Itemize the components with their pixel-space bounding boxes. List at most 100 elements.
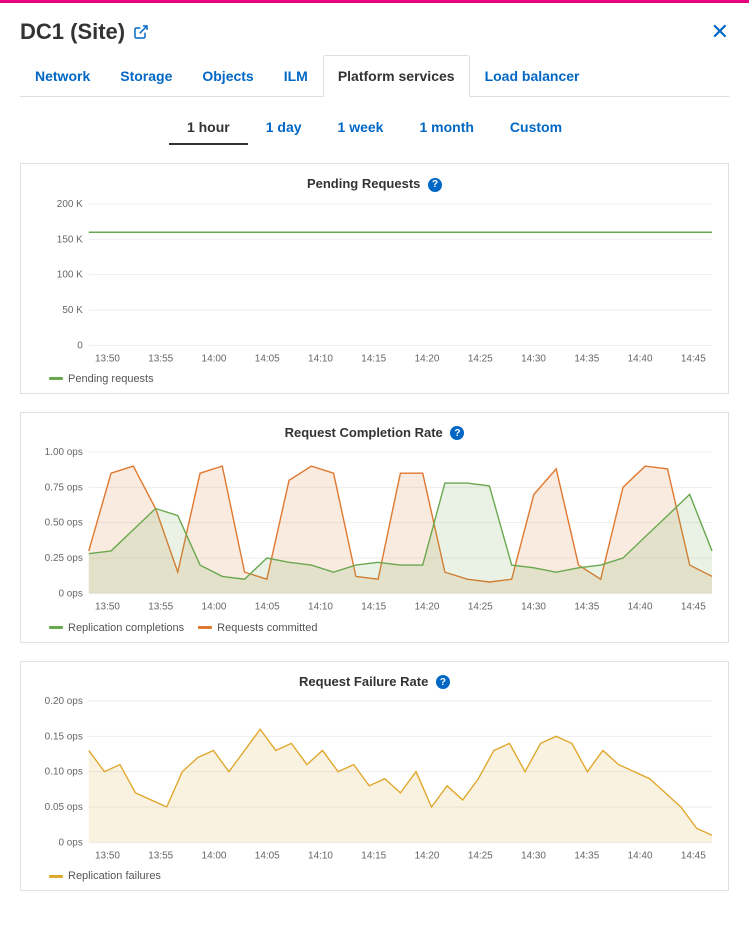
legend: Replication completions Requests committe… bbox=[49, 622, 718, 634]
chart-svg: 0 50 K 100 K 150 K 200 K 13:50 13:55 14:00 14:05… bbox=[31, 198, 718, 367]
chart-title-text: Request Completion Rate bbox=[285, 425, 443, 440]
page-title: DC1 (Site) bbox=[20, 19, 125, 45]
timerange-bar: 1 hour1 day1 week1 monthCustom bbox=[20, 111, 729, 145]
svg-text:100 K: 100 K bbox=[57, 269, 83, 280]
close-icon[interactable]: ✕ bbox=[711, 19, 729, 45]
svg-text:14:40: 14:40 bbox=[628, 850, 653, 861]
legend-swatch bbox=[49, 875, 63, 878]
legend-item: Replication completions bbox=[49, 622, 184, 634]
tab-platform-services[interactable]: Platform services bbox=[323, 55, 470, 97]
svg-text:0 ops: 0 ops bbox=[58, 838, 82, 849]
legend-item: Replication failures bbox=[49, 870, 161, 882]
svg-text:13:55: 13:55 bbox=[148, 353, 173, 364]
svg-text:14:15: 14:15 bbox=[361, 353, 386, 364]
svg-text:14:25: 14:25 bbox=[468, 850, 493, 861]
timerange-1-month[interactable]: 1 month bbox=[401, 111, 491, 145]
svg-text:14:35: 14:35 bbox=[574, 353, 599, 364]
legend: Pending requests bbox=[49, 373, 718, 385]
chart-svg: 0 ops 0.25 ops 0.50 ops 0.75 ops 1.00 ops 13:… bbox=[31, 446, 718, 615]
svg-text:0.50 ops: 0.50 ops bbox=[45, 518, 83, 529]
svg-text:14:05: 14:05 bbox=[255, 602, 280, 613]
svg-text:13:50: 13:50 bbox=[95, 602, 120, 613]
chart-title: Request Completion Rate ? bbox=[31, 425, 718, 441]
svg-text:14:10: 14:10 bbox=[308, 602, 333, 613]
timerange-1-week[interactable]: 1 week bbox=[320, 111, 402, 145]
tab-storage[interactable]: Storage bbox=[105, 55, 187, 97]
legend-label: Replication failures bbox=[68, 870, 161, 882]
timerange-custom[interactable]: Custom bbox=[492, 111, 580, 145]
chart-pending-requests: Pending Requests ? 0 50 K 100 K 150 K 200 K 1… bbox=[20, 163, 729, 394]
svg-text:14:20: 14:20 bbox=[415, 850, 440, 861]
svg-text:14:45: 14:45 bbox=[681, 353, 706, 364]
chart-completion-rate: Request Completion Rate ? 0 ops0.25 ops0… bbox=[20, 412, 729, 643]
tab-objects[interactable]: Objects bbox=[187, 55, 268, 97]
svg-text:200 K: 200 K bbox=[57, 199, 83, 210]
svg-text:14:35: 14:35 bbox=[574, 602, 599, 613]
legend-item: Pending requests bbox=[49, 373, 154, 385]
svg-text:14:05: 14:05 bbox=[255, 353, 280, 364]
svg-text:50 K: 50 K bbox=[62, 305, 83, 316]
svg-text:14:10: 14:10 bbox=[308, 850, 333, 861]
plot-area: 0 50 K 100 K 150 K 200 K 13:50 13:55 14:00 14:05… bbox=[31, 198, 718, 367]
svg-text:14:40: 14:40 bbox=[628, 602, 653, 613]
chart-failure-rate: Request Failure Rate ? 0 ops 0.05 ops 0.10… bbox=[20, 661, 729, 892]
svg-text:0.15 ops: 0.15 ops bbox=[45, 731, 83, 742]
legend-label: Replication completions bbox=[68, 622, 184, 634]
help-icon[interactable]: ? bbox=[436, 675, 450, 689]
panel-header: DC1 (Site) ✕ bbox=[20, 19, 729, 45]
svg-text:0.20 ops: 0.20 ops bbox=[45, 696, 83, 707]
legend-label: Pending requests bbox=[68, 373, 154, 385]
chart-svg: 0 ops 0.05 ops 0.10 ops 0.15 ops 0.20 ops 13:… bbox=[31, 695, 718, 864]
svg-text:14:20: 14:20 bbox=[415, 353, 440, 364]
svg-text:13:50: 13:50 bbox=[95, 353, 120, 364]
svg-text:0: 0 bbox=[77, 340, 83, 351]
svg-text:14:45: 14:45 bbox=[681, 602, 706, 613]
chart-title-text: Request Failure Rate bbox=[299, 674, 428, 689]
legend-swatch bbox=[49, 377, 63, 380]
plot-area: 0 ops 0.25 ops 0.50 ops 0.75 ops 1.00 ops 13:… bbox=[31, 446, 718, 615]
svg-text:0.75 ops: 0.75 ops bbox=[45, 483, 83, 494]
chart-title-text: Pending Requests bbox=[307, 176, 420, 191]
svg-text:0.25 ops: 0.25 ops bbox=[45, 553, 83, 564]
svg-text:14:30: 14:30 bbox=[521, 602, 546, 613]
svg-text:14:20: 14:20 bbox=[415, 602, 440, 613]
svg-text:14:00: 14:00 bbox=[202, 602, 227, 613]
svg-text:14:00: 14:00 bbox=[202, 850, 227, 861]
legend-swatch bbox=[49, 626, 63, 629]
svg-text:14:25: 14:25 bbox=[468, 602, 493, 613]
svg-text:14:30: 14:30 bbox=[521, 353, 546, 364]
svg-text:14:00: 14:00 bbox=[202, 353, 227, 364]
svg-text:13:55: 13:55 bbox=[148, 850, 173, 861]
external-link-icon[interactable] bbox=[133, 24, 149, 40]
timerange-1-day[interactable]: 1 day bbox=[248, 111, 320, 145]
legend-swatch bbox=[198, 626, 212, 629]
plot-area: 0 ops 0.05 ops 0.10 ops 0.15 ops 0.20 ops 13:… bbox=[31, 695, 718, 864]
svg-text:14:45: 14:45 bbox=[681, 850, 706, 861]
help-icon[interactable]: ? bbox=[428, 178, 442, 192]
svg-text:14:40: 14:40 bbox=[628, 353, 653, 364]
detail-panel: DC1 (Site) ✕ NetworkStorageObjectsILMPla… bbox=[0, 3, 749, 929]
tab-load-balancer[interactable]: Load balancer bbox=[470, 55, 595, 97]
svg-text:0 ops: 0 ops bbox=[58, 589, 82, 600]
legend-label: Requests committed bbox=[217, 622, 317, 634]
svg-text:13:55: 13:55 bbox=[148, 602, 173, 613]
tab-network[interactable]: Network bbox=[20, 55, 105, 97]
svg-text:0.10 ops: 0.10 ops bbox=[45, 767, 83, 778]
svg-text:0.05 ops: 0.05 ops bbox=[45, 802, 83, 813]
svg-text:14:35: 14:35 bbox=[574, 850, 599, 861]
tab-ilm[interactable]: ILM bbox=[269, 55, 323, 97]
help-icon[interactable]: ? bbox=[450, 426, 464, 440]
legend: Replication failures bbox=[49, 870, 718, 882]
svg-text:14:10: 14:10 bbox=[308, 353, 333, 364]
svg-text:14:05: 14:05 bbox=[255, 850, 280, 861]
legend-item: Requests committed bbox=[198, 622, 317, 634]
tab-bar: NetworkStorageObjectsILMPlatform service… bbox=[20, 55, 729, 97]
chart-title: Pending Requests ? bbox=[31, 176, 718, 192]
timerange-1-hour[interactable]: 1 hour bbox=[169, 111, 248, 145]
svg-text:14:30: 14:30 bbox=[521, 850, 546, 861]
svg-text:150 K: 150 K bbox=[57, 234, 83, 245]
svg-text:13:50: 13:50 bbox=[95, 850, 120, 861]
svg-text:14:15: 14:15 bbox=[361, 850, 386, 861]
svg-text:14:15: 14:15 bbox=[361, 602, 386, 613]
svg-text:1.00 ops: 1.00 ops bbox=[45, 447, 83, 458]
